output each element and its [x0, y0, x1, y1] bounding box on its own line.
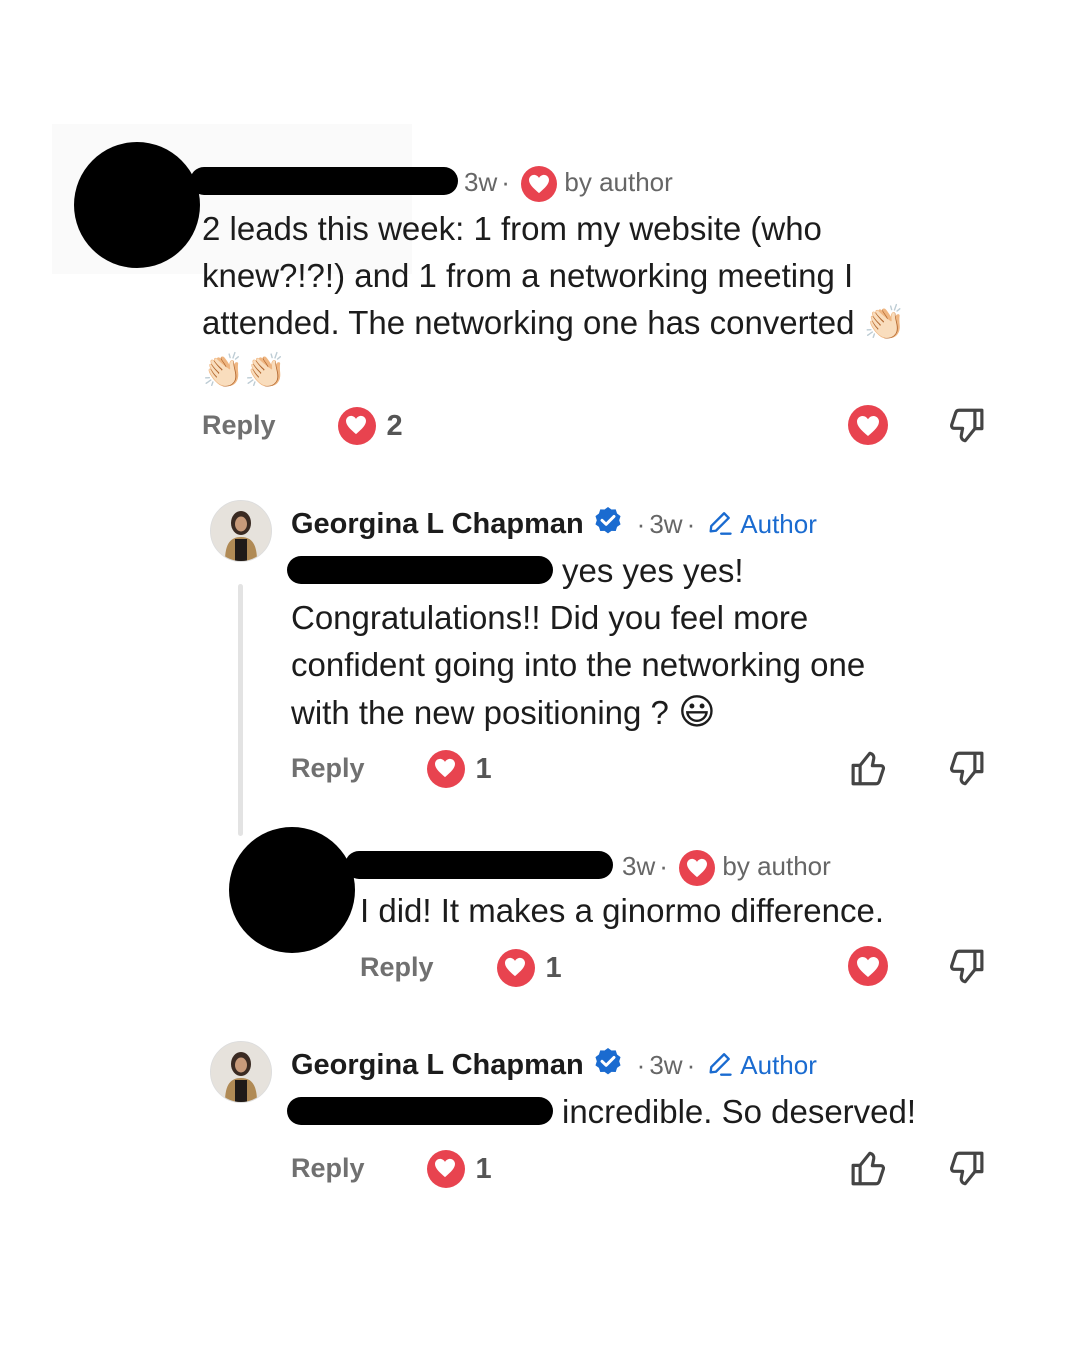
pencil-icon: [706, 508, 734, 542]
comment-meta: 3w · by author: [622, 850, 831, 886]
comment-line: knew?!?!) and 1 from a networking meetin…: [202, 257, 854, 294]
author-label: Author: [740, 509, 817, 539]
heart-icon: [679, 850, 716, 886]
timestamp: 3w: [464, 166, 498, 197]
author-header: Georgina L Chapman · 3w · Author: [291, 505, 817, 542]
timestamp: 3w: [649, 509, 683, 539]
timestamp: 3w: [649, 1050, 683, 1080]
comment-meta: 3w · by author: [464, 166, 673, 202]
verified-badge-icon: [592, 505, 624, 542]
author-name[interactable]: Georgina L Chapman: [291, 508, 584, 540]
heart-icon: [338, 407, 376, 445]
thumbs-up-icon[interactable]: [847, 747, 889, 794]
avatar[interactable]: [210, 1041, 272, 1103]
comment-text: I did! It makes a ginormo difference.: [360, 892, 884, 929]
smiley-emoji: 😃: [678, 691, 716, 732]
avatar-redacted[interactable]: [74, 142, 200, 268]
reaction-summary[interactable]: 1: [427, 1150, 492, 1188]
clapping-hands-emoji: 👏🏻: [863, 304, 907, 342]
comment-text: incredible. So deserved!: [562, 1093, 917, 1130]
heart-icon: [497, 949, 535, 987]
thumbs-down-icon[interactable]: [946, 1148, 988, 1195]
thread-line: [238, 584, 243, 836]
avatar-redacted[interactable]: [229, 827, 355, 953]
like-count: 1: [475, 1152, 492, 1185]
comment-meta: · 3w · Author: [633, 509, 817, 539]
pencil-icon: [706, 1049, 734, 1083]
reaction-summary[interactable]: 1: [497, 949, 562, 987]
comment-line: confident going into the networking one: [291, 646, 866, 683]
heart-icon: [521, 166, 558, 202]
comment-line: 2 leads this week: 1 from my website (wh…: [202, 210, 822, 247]
comment-line: 👏🏻👏🏻: [202, 347, 1002, 395]
comment-meta: · 3w · Author: [633, 1050, 817, 1080]
thumbs-down-icon[interactable]: [946, 748, 988, 795]
clapping-hands-emoji: 👏🏻: [244, 352, 287, 390]
avatar[interactable]: [210, 500, 272, 562]
mention-redacted[interactable]: [287, 1097, 553, 1125]
heart-icon: [427, 750, 465, 788]
username-redacted[interactable]: [190, 167, 458, 195]
timestamp: 3w: [622, 850, 656, 881]
reply-button[interactable]: Reply: [291, 753, 365, 784]
author-name[interactable]: Georgina L Chapman: [291, 1049, 584, 1081]
heart-icon: [427, 1150, 465, 1188]
comment-text: yes yes yes! Congratulations!! Did you f…: [291, 547, 991, 736]
username-redacted[interactable]: [345, 851, 613, 879]
author-header: Georgina L Chapman · 3w · Author: [291, 1046, 817, 1083]
comment-line: attended. The networking one has convert…: [202, 304, 907, 342]
thumbs-down-icon[interactable]: [946, 405, 988, 452]
heart-reaction-button[interactable]: [848, 946, 888, 986]
heart-reaction-button[interactable]: [848, 405, 888, 445]
reply-button[interactable]: Reply: [202, 410, 276, 441]
like-count: 1: [475, 752, 492, 785]
reply-button[interactable]: Reply: [291, 1153, 365, 1184]
clapping-hands-emoji: 👏🏻: [202, 352, 245, 390]
comment-text: 2 leads this week: 1 from my website (wh…: [202, 205, 1002, 395]
heart-icon: [848, 946, 888, 986]
reaction-summary[interactable]: 1: [427, 750, 492, 788]
comment-line: Congratulations!! Did you feel more: [291, 599, 809, 636]
reply-button[interactable]: Reply: [360, 952, 434, 983]
thumbs-down-icon[interactable]: [946, 946, 988, 993]
reaction-summary[interactable]: 2: [338, 407, 403, 445]
by-author-label: by author: [722, 850, 831, 881]
author-label: Author: [740, 1050, 817, 1080]
comment-line: with the new positioning ? 😃: [291, 691, 716, 732]
comment-line: yes yes yes!: [562, 552, 744, 589]
like-count: 1: [545, 951, 562, 984]
heart-icon: [848, 405, 888, 445]
by-author-label: by author: [564, 166, 673, 197]
verified-badge-icon: [592, 1046, 624, 1083]
like-count: 2: [386, 409, 403, 442]
thumbs-up-icon[interactable]: [847, 1147, 889, 1194]
